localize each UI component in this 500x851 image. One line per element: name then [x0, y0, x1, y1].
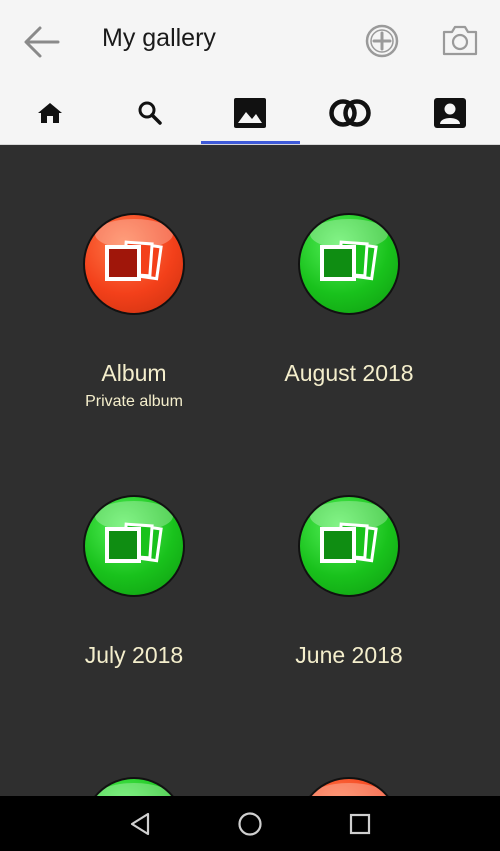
album-title: August 2018	[284, 360, 414, 386]
contact-icon	[434, 98, 466, 128]
album-subtitle: Private album	[85, 393, 183, 410]
system-nav-bar	[0, 796, 500, 851]
arrow-left-icon	[24, 26, 60, 58]
camera-icon	[442, 25, 478, 56]
recents-square-icon	[349, 813, 371, 835]
album-tile[interactable]: June 2018	[241, 427, 457, 717]
album-cover-icon	[298, 213, 400, 315]
back-button[interactable]	[22, 22, 62, 62]
album-tile[interactable]: August 2018	[241, 145, 457, 435]
tab-connections[interactable]	[300, 82, 400, 144]
album-tile[interactable]: July 2018	[26, 427, 242, 717]
image-icon	[234, 98, 266, 128]
album-tile[interactable]: Album Private album	[26, 145, 242, 435]
tab-gallery[interactable]	[200, 82, 300, 144]
album-grid: Album Private album August 2018 July 201…	[0, 145, 500, 796]
system-back-button[interactable]	[124, 808, 156, 840]
system-home-button[interactable]	[234, 808, 266, 840]
album-tile[interactable]	[26, 709, 242, 796]
album-cover-icon	[83, 495, 185, 597]
system-recents-button[interactable]	[344, 808, 376, 840]
album-cover-icon	[83, 213, 185, 315]
linked-rings-icon	[329, 99, 371, 127]
tab-home[interactable]	[0, 82, 100, 144]
camera-button[interactable]	[441, 23, 479, 57]
back-triangle-icon	[130, 812, 150, 836]
circle-plus-icon	[365, 24, 399, 58]
home-icon	[38, 103, 62, 123]
album-cover-icon	[83, 777, 185, 796]
album-title: Album	[101, 360, 167, 386]
home-circle-icon	[238, 812, 262, 836]
tab-profile[interactable]	[400, 82, 500, 144]
add-album-button[interactable]	[364, 23, 400, 59]
album-title: June 2018	[295, 642, 403, 668]
album-cover-icon	[298, 495, 400, 597]
app-bar: My gallery	[0, 0, 500, 82]
album-title: July 2018	[84, 642, 184, 668]
search-icon	[138, 101, 162, 125]
tab-search[interactable]	[100, 82, 200, 144]
album-tile[interactable]	[241, 709, 457, 796]
tab-bar	[0, 82, 500, 145]
page-title: My gallery	[102, 24, 216, 52]
album-cover-icon	[298, 777, 400, 796]
